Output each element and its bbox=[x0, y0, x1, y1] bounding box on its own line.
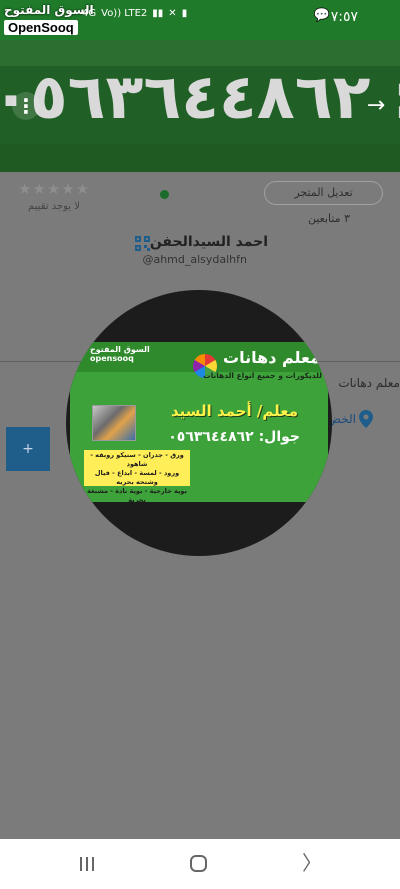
chat-notification-icon: 💬 bbox=[313, 8, 330, 23]
cover-image: ٠٥٦٣٦٤٤٨٦٢ : ⋮ → bbox=[0, 40, 400, 172]
card-phone: جوال: ٠٥٦٣٦٤٤٨٦٢ bbox=[168, 429, 300, 445]
followers-count[interactable]: ٣ متابعين bbox=[308, 212, 350, 225]
system-nav-bar: 〉 bbox=[0, 839, 400, 889]
network-label: 4G bbox=[82, 8, 97, 19]
volte-label: Vo)) LTE2 bbox=[101, 8, 148, 19]
profile-description: معلم دهانات bbox=[338, 376, 400, 390]
status-time: ٧:٥٧ bbox=[330, 9, 358, 25]
location-pin-icon bbox=[359, 410, 373, 428]
rating-stars-icon: ★★★★★ bbox=[18, 180, 91, 198]
logo-arabic-text: السوق المفتوح bbox=[4, 3, 94, 17]
profile-handle: @ahmd_alsydalhfn bbox=[142, 253, 247, 266]
status-bar: السوق المفتوح OpenSooq 4G Vo)) LTE2 ▮▮ ✕… bbox=[0, 0, 400, 40]
profile-name: احمد السيدالحفن bbox=[149, 234, 268, 250]
back-arrow-icon[interactable]: → bbox=[362, 92, 390, 120]
edit-store-button[interactable]: تعديل المتجر bbox=[264, 181, 383, 205]
card-services: ورق - جدران - سنيكو روبقه - شاهود ورود -… bbox=[84, 450, 190, 504]
add-button[interactable]: + bbox=[6, 427, 50, 471]
business-card-image: السوق المفتوح opensooq معلم دهانات للديك… bbox=[70, 342, 328, 504]
cover-bottom-strip bbox=[0, 144, 400, 172]
cover-phone-number: ٠٥٦٣٦٤٤٨٦٢ : bbox=[0, 60, 400, 133]
logo-english-text: OpenSooq bbox=[4, 20, 78, 35]
card-name: معلم/ أحمد السيد bbox=[170, 402, 298, 420]
no-rating-label: لا يوجد تقييم bbox=[28, 201, 80, 212]
recent-apps-icon[interactable] bbox=[78, 855, 96, 873]
signal-icon: ▮▮ bbox=[152, 8, 164, 19]
battery-icon: ▮ bbox=[181, 8, 188, 19]
card-title: معلم دهانات bbox=[223, 348, 320, 367]
avatar-preview[interactable]: السوق المفتوح opensooq معلم دهانات للديك… bbox=[66, 290, 332, 556]
back-icon[interactable]: 〉 bbox=[302, 853, 322, 873]
paint-cans-image bbox=[92, 405, 136, 441]
card-subtitle: للديكورات و جميع انواع الدهانات bbox=[203, 371, 322, 380]
mute-icon: ✕ bbox=[168, 8, 177, 19]
qr-code-icon[interactable] bbox=[135, 236, 150, 251]
more-options-icon[interactable]: ⋮ bbox=[12, 92, 40, 120]
online-status-icon bbox=[160, 190, 169, 199]
opensooq-logo: السوق المفتوح OpenSooq bbox=[4, 3, 94, 36]
card-watermark: السوق المفتوح opensooq bbox=[90, 345, 150, 363]
home-icon[interactable] bbox=[190, 855, 207, 872]
status-icons: 4G Vo)) LTE2 ▮▮ ✕ ▮ bbox=[82, 9, 187, 19]
